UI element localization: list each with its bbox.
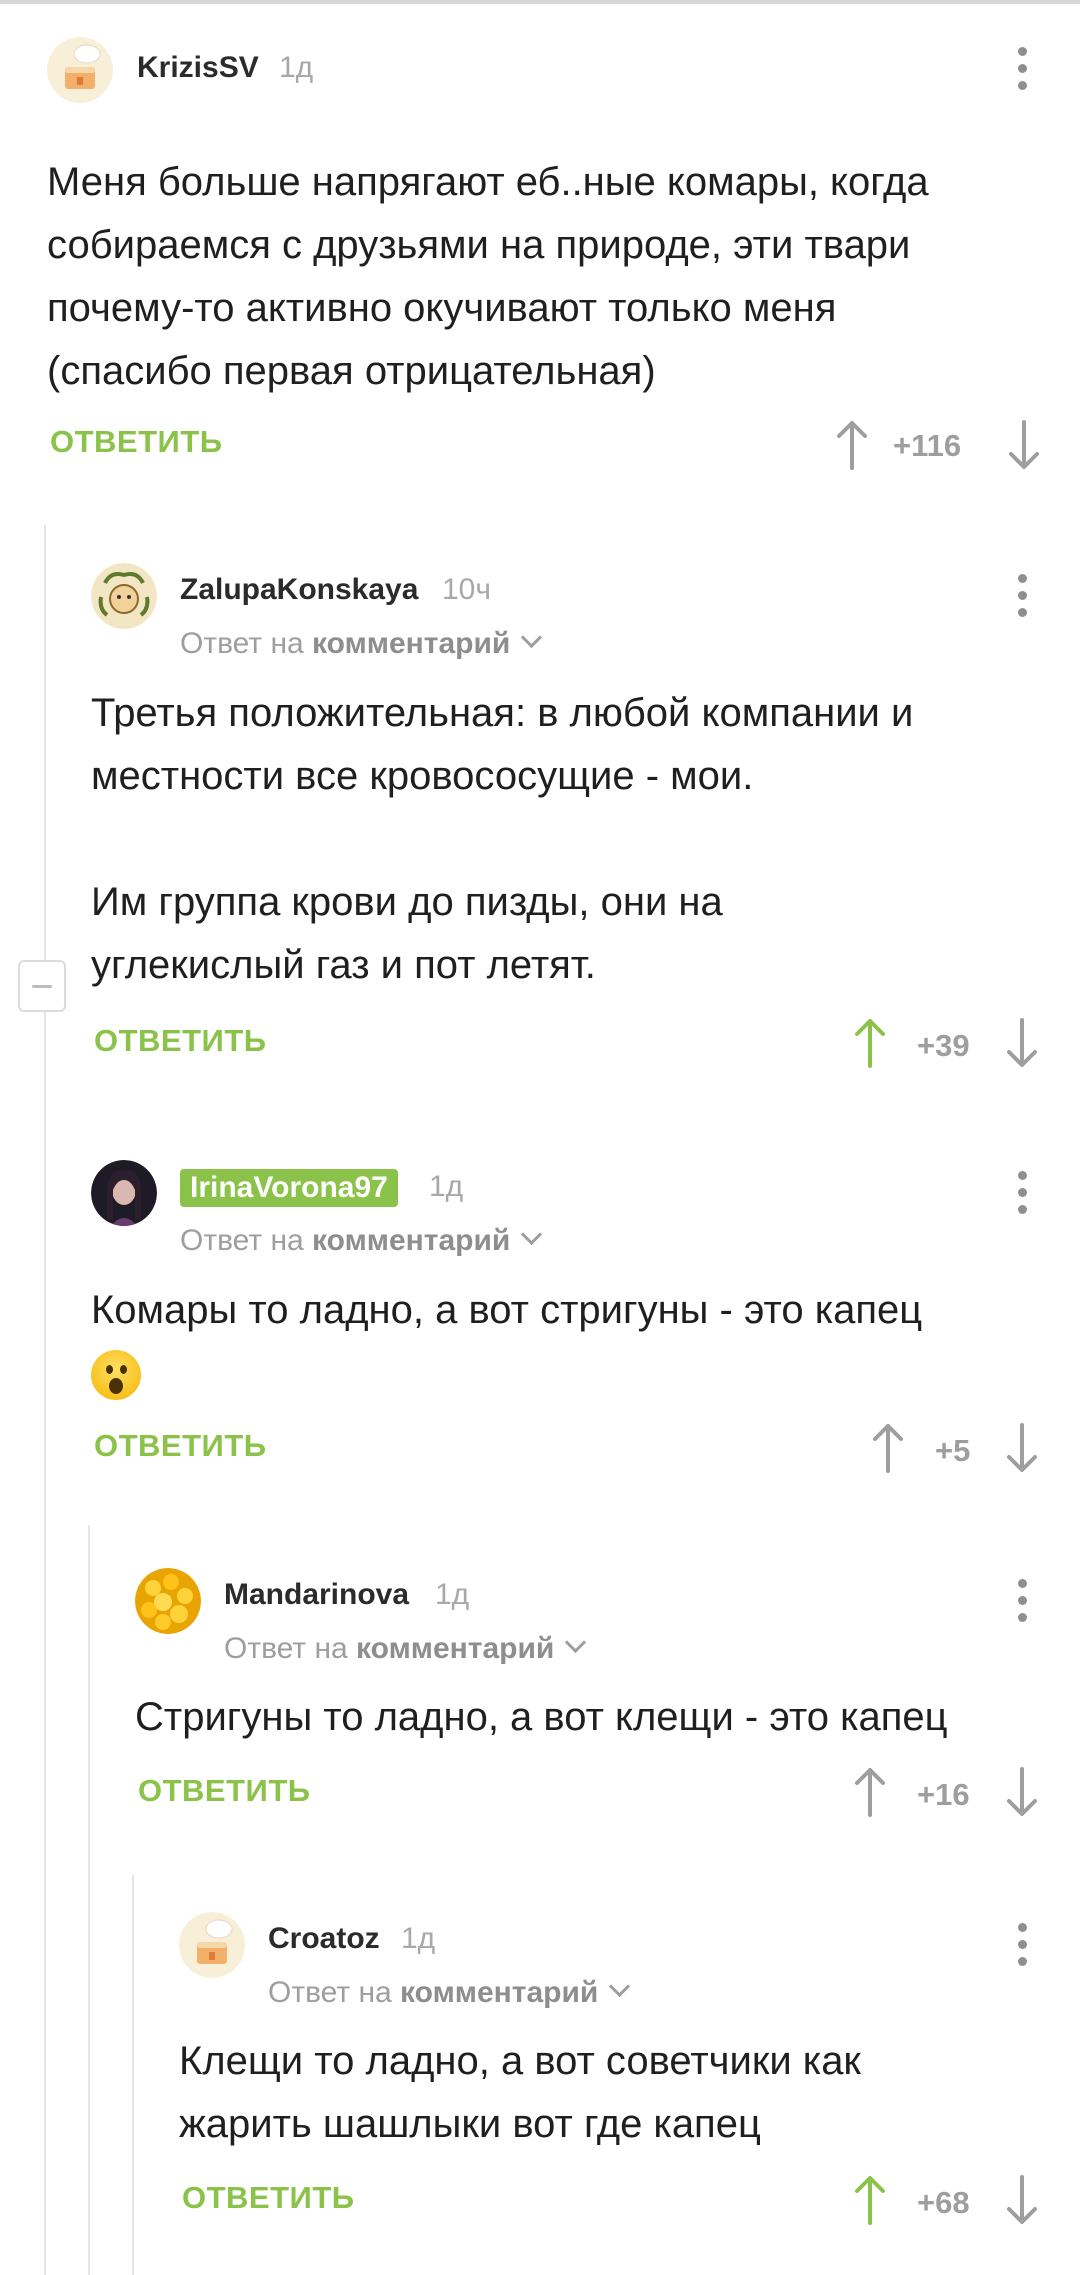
upvote-arrow-icon[interactable] xyxy=(871,1423,905,1473)
reply-to-prefix: Ответ на xyxy=(268,1976,392,2009)
comment-score: +116 xyxy=(893,428,962,463)
reply-to-link[interactable]: Ответ на комментарий xyxy=(268,1975,631,2010)
reply-to-target: комментарий xyxy=(356,1632,555,1665)
comment-line: Стригуны то ладно, а вот клещи - это кап… xyxy=(135,1695,948,1739)
reply-to-target: комментарий xyxy=(312,627,511,660)
comment-line: Третья положительная: в любой компании и xyxy=(91,691,914,735)
reply-button[interactable]: ОТВЕТИТЬ xyxy=(182,2180,355,2216)
reply-to-link[interactable]: Ответ на комментарий xyxy=(224,1631,587,1666)
comment-author[interactable]: IrinaVorona97 xyxy=(180,1169,398,1207)
mandarins-avatar-icon xyxy=(135,1568,201,1634)
downvote-arrow-icon[interactable] xyxy=(1005,1423,1039,1473)
comment-line-emoji xyxy=(91,1342,922,1405)
reply-button[interactable]: ОТВЕТИТЬ xyxy=(94,1023,267,1059)
upvote-arrow-icon[interactable] xyxy=(853,2175,887,2225)
avatar[interactable] xyxy=(47,37,113,103)
comment-line: жарить шашлыки вот где капец xyxy=(179,2102,761,2146)
avatar[interactable] xyxy=(135,1568,201,1634)
comment: ZalupaKonskaya 10ч Ответ на комментарий … xyxy=(91,563,1047,1063)
reply-to-prefix: Ответ на xyxy=(180,1224,304,1257)
comment-line: местности все кровососущие - мои. xyxy=(91,754,754,798)
medusa-avatar-icon xyxy=(91,563,157,629)
comment-line: почему-то активно окучивают только меня xyxy=(47,286,837,330)
reply-button[interactable]: ОТВЕТИТЬ xyxy=(50,424,223,460)
thread-line xyxy=(132,1875,134,2275)
downvote-arrow-icon[interactable] xyxy=(1007,420,1041,470)
vote-group: +16 xyxy=(853,1767,1048,1819)
comment: Croatoz 1д Ответ на комментарий Клещи то… xyxy=(179,1912,1047,2212)
avatar[interactable] xyxy=(91,1160,157,1226)
comment-line: углекислый газ и пот летят. xyxy=(91,943,596,987)
comment-line xyxy=(91,808,913,871)
more-options-icon[interactable] xyxy=(1015,1171,1029,1215)
comment-score: +39 xyxy=(917,1028,970,1063)
vote-group: +5 xyxy=(871,1423,1048,1475)
cake-avatar-icon xyxy=(47,37,113,103)
scream-emoji-icon xyxy=(91,1350,141,1401)
downvote-arrow-icon[interactable] xyxy=(1005,2175,1039,2225)
comment-time: 1д xyxy=(435,1578,470,1611)
comment-score: +68 xyxy=(917,2185,970,2220)
comment-line: Меня больше напрягают еб..ные комары, ко… xyxy=(47,160,929,204)
more-options-icon[interactable] xyxy=(1015,574,1029,618)
more-options-icon[interactable] xyxy=(1015,1579,1029,1623)
comment-text: Комары то ладно, а вот стригуны - это ка… xyxy=(91,1279,922,1405)
comment: IrinaVorona97 1д Ответ на комментарий Ко… xyxy=(91,1160,1047,1480)
comment-text: Третья положительная: в любой компании и… xyxy=(91,682,913,997)
comment-line: Комары то ладно, а вот стригуны - это ка… xyxy=(91,1288,923,1332)
comment-author[interactable]: ZalupaKonskaya xyxy=(180,573,418,607)
cake-avatar-icon xyxy=(179,1912,245,1978)
chevron-down-icon xyxy=(609,1975,631,1998)
comment-author[interactable]: Croatoz xyxy=(268,1922,380,1956)
comment-author[interactable]: Mandarinova xyxy=(224,1578,409,1612)
chevron-down-icon xyxy=(521,1223,543,1246)
comment-line: (спасибо первая отрицательная) xyxy=(47,349,656,393)
comment-score: +5 xyxy=(935,1433,971,1468)
comment-author[interactable]: KrizisSV xyxy=(137,51,259,85)
top-divider xyxy=(0,0,1080,4)
reply-to-link[interactable]: Ответ на комментарий xyxy=(180,626,543,661)
comment-text: Клещи то ладно, а вот советчики как жари… xyxy=(179,2030,861,2156)
comment-line: собираемся с друзьями на природе, эти тв… xyxy=(47,223,911,267)
downvote-arrow-icon[interactable] xyxy=(1005,1767,1039,1817)
thread-line xyxy=(88,1525,90,2275)
comment-time: 1д xyxy=(401,1922,436,1955)
upvote-arrow-icon[interactable] xyxy=(835,420,869,470)
collapse-thread-button[interactable] xyxy=(18,960,66,1012)
comment-line: Им группа крови до пизды, они на xyxy=(91,880,723,924)
chevron-down-icon xyxy=(565,1631,587,1654)
reply-to-prefix: Ответ на xyxy=(224,1632,348,1665)
reply-to-target: комментарий xyxy=(400,1976,599,2009)
downvote-arrow-icon[interactable] xyxy=(1005,1018,1039,1068)
comment-line: Клещи то ладно, а вот советчики как xyxy=(179,2039,861,2083)
more-options-icon[interactable] xyxy=(1015,1923,1029,1967)
comment-time: 1д xyxy=(429,1170,464,1203)
avatar[interactable] xyxy=(91,563,157,629)
chevron-down-icon xyxy=(521,626,543,649)
more-options-icon[interactable] xyxy=(1015,47,1029,91)
upvote-arrow-icon[interactable] xyxy=(853,1018,887,1068)
comment-text: Стригуны то ладно, а вот клещи - это кап… xyxy=(135,1686,948,1749)
reply-to-target: комментарий xyxy=(312,1224,511,1257)
vote-group: +116 xyxy=(835,420,1050,472)
comment-time: 10ч xyxy=(442,573,491,606)
thread-line xyxy=(44,525,46,2275)
portrait-avatar-icon xyxy=(91,1160,157,1226)
reply-button[interactable]: ОТВЕТИТЬ xyxy=(138,1773,311,1809)
comment-score: +16 xyxy=(917,1777,970,1812)
reply-button[interactable]: ОТВЕТИТЬ xyxy=(94,1428,267,1464)
comment: Mandarinova 1д Ответ на комментарий Стри… xyxy=(135,1568,1047,1818)
upvote-arrow-icon[interactable] xyxy=(853,1767,887,1817)
vote-group: +39 xyxy=(853,1018,1048,1070)
comment-time: 1д xyxy=(279,51,314,84)
vote-group: +68 xyxy=(853,2175,1048,2227)
reply-to-prefix: Ответ на xyxy=(180,627,304,660)
comment-text: Меня больше напрягают еб..ные комары, ко… xyxy=(47,151,929,403)
comment: KrizisSV 1д Меня больше напрягают еб..ны… xyxy=(47,37,1047,477)
avatar[interactable] xyxy=(179,1912,245,1978)
reply-to-link[interactable]: Ответ на комментарий xyxy=(180,1223,543,1258)
